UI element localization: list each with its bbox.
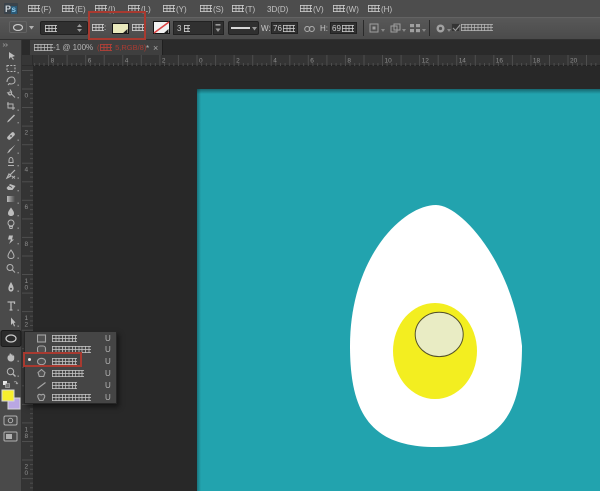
svg-text:6: 6 [25,204,29,211]
svg-text:4: 4 [273,58,277,65]
svg-text:6: 6 [310,58,314,65]
svg-text:2: 2 [162,58,166,65]
svg-text:2: 2 [25,130,29,137]
svg-text:8: 8 [25,433,29,440]
svg-text:4: 4 [25,167,29,174]
svg-text:16: 16 [496,58,504,65]
svg-text:10: 10 [385,58,393,65]
svg-text:20: 20 [570,58,578,65]
svg-text:6: 6 [88,58,92,65]
svg-text:8: 8 [347,58,351,65]
svg-text:2: 2 [236,58,240,65]
svg-text:0: 0 [25,93,29,100]
svg-text:0: 0 [199,58,203,65]
svg-text:0: 0 [25,470,29,477]
svg-text:18: 18 [533,58,541,65]
svg-text:8: 8 [25,241,29,248]
svg-text:14: 14 [459,58,467,65]
svg-text:4: 4 [125,58,129,65]
svg-text:2: 2 [25,322,29,329]
svg-text:12: 12 [422,58,430,65]
svg-text:0: 0 [25,285,29,292]
svg-text:8: 8 [51,58,55,65]
